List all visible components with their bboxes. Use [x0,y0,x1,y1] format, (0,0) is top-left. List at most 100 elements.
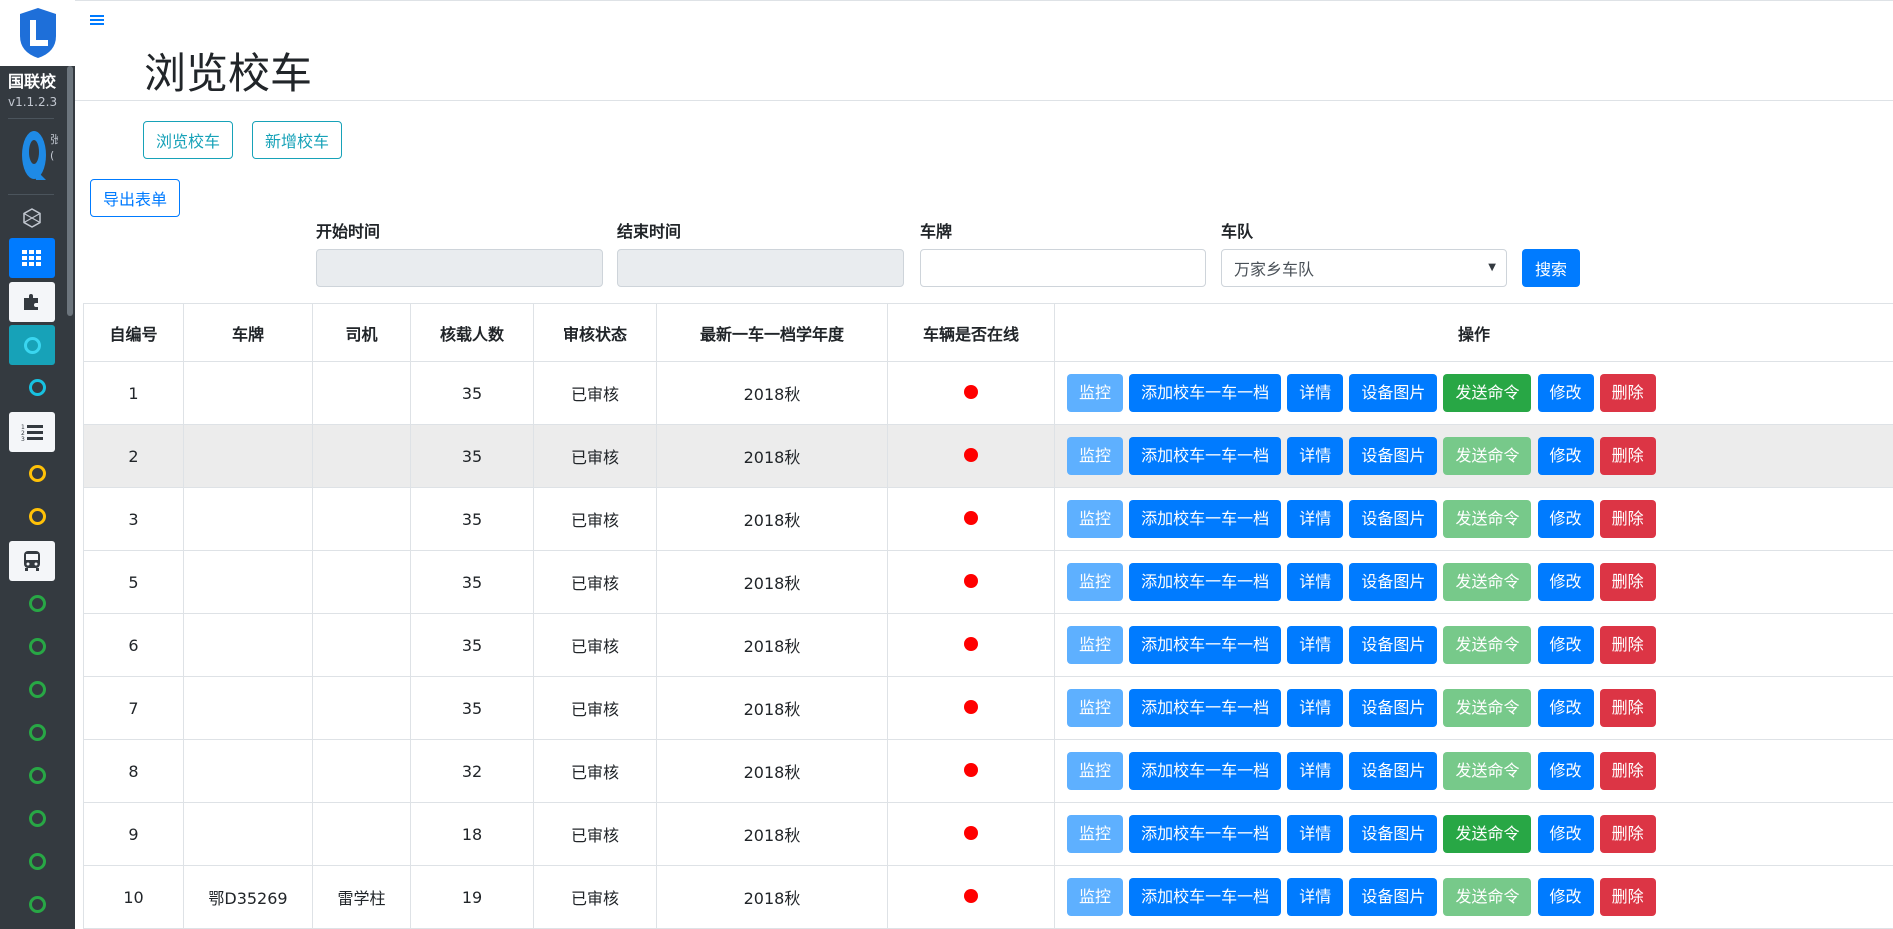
edit-button[interactable]: 修改 [1537,689,1594,727]
device-images-button[interactable]: 设备图片 [1349,752,1438,790]
details-button[interactable]: 详情 [1287,689,1344,727]
sidebar-item-bus[interactable] [9,541,55,581]
circle-icon[interactable] [29,853,46,870]
circle-icon[interactable] [29,379,46,396]
monitor-button[interactable]: 监控 [1067,374,1124,412]
edit-button[interactable]: 修改 [1537,500,1594,538]
edit-button[interactable]: 修改 [1537,563,1594,601]
device-images-button[interactable]: 设备图片 [1349,626,1438,664]
details-button[interactable]: 详情 [1287,374,1344,412]
send-command-button[interactable]: 发送命令 [1443,437,1532,475]
device-images-button[interactable]: 设备图片 [1349,437,1438,475]
menu-toggle-icon[interactable] [89,12,105,28]
send-command-button[interactable]: 发送命令 [1443,815,1532,853]
delete-button[interactable]: 删除 [1599,878,1656,916]
table-row[interactable]: 9 18 已审核 2018秋 监控 添加校车一车一档 详情 设备图片 发送命令 修改 删… [83,802,1893,866]
delete-button[interactable]: 删除 [1599,626,1656,664]
send-command-button[interactable]: 发送命令 [1443,878,1532,916]
add-archive-button[interactable]: 添加校车一车一档 [1129,878,1282,916]
delete-button[interactable]: 删除 [1599,500,1656,538]
details-button[interactable]: 详情 [1287,626,1344,664]
edit-button[interactable]: 修改 [1537,815,1594,853]
circle-icon[interactable] [29,595,46,612]
send-command-button[interactable]: 发送命令 [1443,626,1532,664]
monitor-button[interactable]: 监控 [1067,500,1124,538]
circle-icon[interactable] [29,810,46,827]
circle-icon[interactable] [29,638,46,655]
table-row[interactable]: 10 鄂D35269 雷学柱 19 已审核 2018秋 监控 添加校车一车一档 详情 设备图… [83,865,1893,929]
monitor-button[interactable]: 监控 [1067,815,1124,853]
monitor-button[interactable]: 监控 [1067,878,1124,916]
circle-icon[interactable] [29,465,46,482]
delete-button[interactable]: 删除 [1599,374,1656,412]
tab-add-bus[interactable]: 新增校车 [252,121,342,159]
sidebar-item-circle-1[interactable] [9,325,55,365]
circle-icon[interactable] [29,724,46,741]
start-time-input[interactable] [316,249,603,287]
delete-button[interactable]: 删除 [1599,689,1656,727]
add-archive-button[interactable]: 添加校车一车一档 [1129,374,1282,412]
sidebar-scrollbar[interactable] [67,66,73,316]
monitor-button[interactable]: 监控 [1067,437,1124,475]
details-button[interactable]: 详情 [1287,878,1344,916]
add-archive-button[interactable]: 添加校车一车一档 [1129,815,1282,853]
details-button[interactable]: 详情 [1287,752,1344,790]
send-command-button[interactable]: 发送命令 [1443,374,1532,412]
send-command-button[interactable]: 发送命令 [1443,752,1532,790]
send-command-button[interactable]: 发送命令 [1443,500,1532,538]
edit-button[interactable]: 修改 [1537,626,1594,664]
send-command-button[interactable]: 发送命令 [1443,689,1532,727]
add-archive-button[interactable]: 添加校车一车一档 [1129,689,1282,727]
circle-icon[interactable] [29,508,46,525]
device-images-button[interactable]: 设备图片 [1349,563,1438,601]
device-images-button[interactable]: 设备图片 [1349,878,1438,916]
add-archive-button[interactable]: 添加校车一车一档 [1129,437,1282,475]
device-images-button[interactable]: 设备图片 [1349,815,1438,853]
send-command-button[interactable]: 发送命令 [1443,563,1532,601]
delete-button[interactable]: 删除 [1599,752,1656,790]
sidebar-item-dashboard[interactable] [9,198,55,238]
plate-input[interactable] [920,249,1206,287]
monitor-button[interactable]: 监控 [1067,626,1124,664]
tab-browse-bus[interactable]: 浏览校车 [143,121,233,159]
circle-icon[interactable] [29,767,46,784]
sidebar-item-plugins[interactable] [9,282,55,322]
device-images-button[interactable]: 设备图片 [1349,689,1438,727]
edit-button[interactable]: 修改 [1537,437,1594,475]
details-button[interactable]: 详情 [1287,437,1344,475]
table-row[interactable]: 1 35 已审核 2018秋 监控 添加校车一车一档 详情 设备图片 发送命令 修改 删… [83,361,1893,425]
monitor-button[interactable]: 监控 [1067,563,1124,601]
circle-icon[interactable] [29,896,46,913]
device-images-button[interactable]: 设备图片 [1349,374,1438,412]
details-button[interactable]: 详情 [1287,815,1344,853]
edit-button[interactable]: 修改 [1537,374,1594,412]
monitor-button[interactable]: 监控 [1067,689,1124,727]
table-row[interactable]: 5 35 已审核 2018秋 监控 添加校车一车一档 详情 设备图片 发送命令 修改 删… [83,550,1893,614]
end-time-input[interactable] [617,249,904,287]
details-button[interactable]: 详情 [1287,500,1344,538]
logo-area[interactable] [0,0,75,66]
table-row[interactable]: 2 35 已审核 2018秋 监控 添加校车一车一档 详情 设备图片 发送命令 修改 删… [83,424,1893,488]
sidebar-item-grid[interactable] [9,238,55,278]
delete-button[interactable]: 删除 [1599,815,1656,853]
edit-button[interactable]: 修改 [1537,878,1594,916]
circle-icon[interactable] [29,681,46,698]
delete-button[interactable]: 删除 [1599,563,1656,601]
table-row[interactable]: 7 35 已审核 2018秋 监控 添加校车一车一档 详情 设备图片 发送命令 修改 删… [83,676,1893,740]
delete-button[interactable]: 删除 [1599,437,1656,475]
device-images-button[interactable]: 设备图片 [1349,500,1438,538]
add-archive-button[interactable]: 添加校车一车一档 [1129,626,1282,664]
export-button[interactable]: 导出表单 [90,179,180,217]
details-button[interactable]: 详情 [1287,563,1344,601]
add-archive-button[interactable]: 添加校车一车一档 [1129,563,1282,601]
team-select[interactable]: 万家乡车队 ▼ [1221,249,1507,287]
table-row[interactable]: 3 35 已审核 2018秋 监控 添加校车一车一档 详情 设备图片 发送命令 修改 删… [83,487,1893,551]
add-archive-button[interactable]: 添加校车一车一档 [1129,752,1282,790]
sidebar-item-list[interactable]: 1 2 3 [9,412,55,452]
search-button[interactable]: 搜索 [1522,249,1580,287]
table-row[interactable]: 6 35 已审核 2018秋 监控 添加校车一车一档 详情 设备图片 发送命令 修改 删… [83,613,1893,677]
monitor-button[interactable]: 监控 [1067,752,1124,790]
add-archive-button[interactable]: 添加校车一车一档 [1129,500,1282,538]
edit-button[interactable]: 修改 [1537,752,1594,790]
table-row[interactable]: 8 32 已审核 2018秋 监控 添加校车一车一档 详情 设备图片 发送命令 修改 删… [83,739,1893,803]
